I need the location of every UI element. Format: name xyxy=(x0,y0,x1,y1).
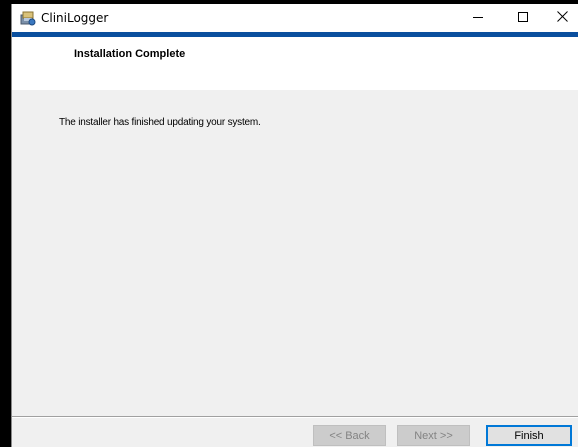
close-icon xyxy=(556,9,568,27)
footer-divider-highlight xyxy=(12,417,578,418)
next-button[interactable]: Next >> xyxy=(397,425,470,446)
minimize-button[interactable] xyxy=(455,4,500,32)
title-bar[interactable]: CliniLogger xyxy=(12,4,578,32)
status-message: The installer has finished updating your… xyxy=(59,117,261,128)
maximize-button[interactable] xyxy=(500,4,545,32)
finish-button[interactable]: Finish xyxy=(486,425,572,446)
installer-window: CliniLogger Installation Complete The in… xyxy=(11,4,578,447)
close-button[interactable] xyxy=(545,4,578,32)
window-title: CliniLogger xyxy=(41,11,109,25)
minimize-icon xyxy=(472,9,483,27)
header-banner: Installation Complete xyxy=(12,37,578,90)
back-button[interactable]: << Back xyxy=(313,425,386,446)
maximize-icon xyxy=(517,9,528,27)
installer-app-icon xyxy=(20,10,36,26)
page-title: Installation Complete xyxy=(74,48,186,60)
